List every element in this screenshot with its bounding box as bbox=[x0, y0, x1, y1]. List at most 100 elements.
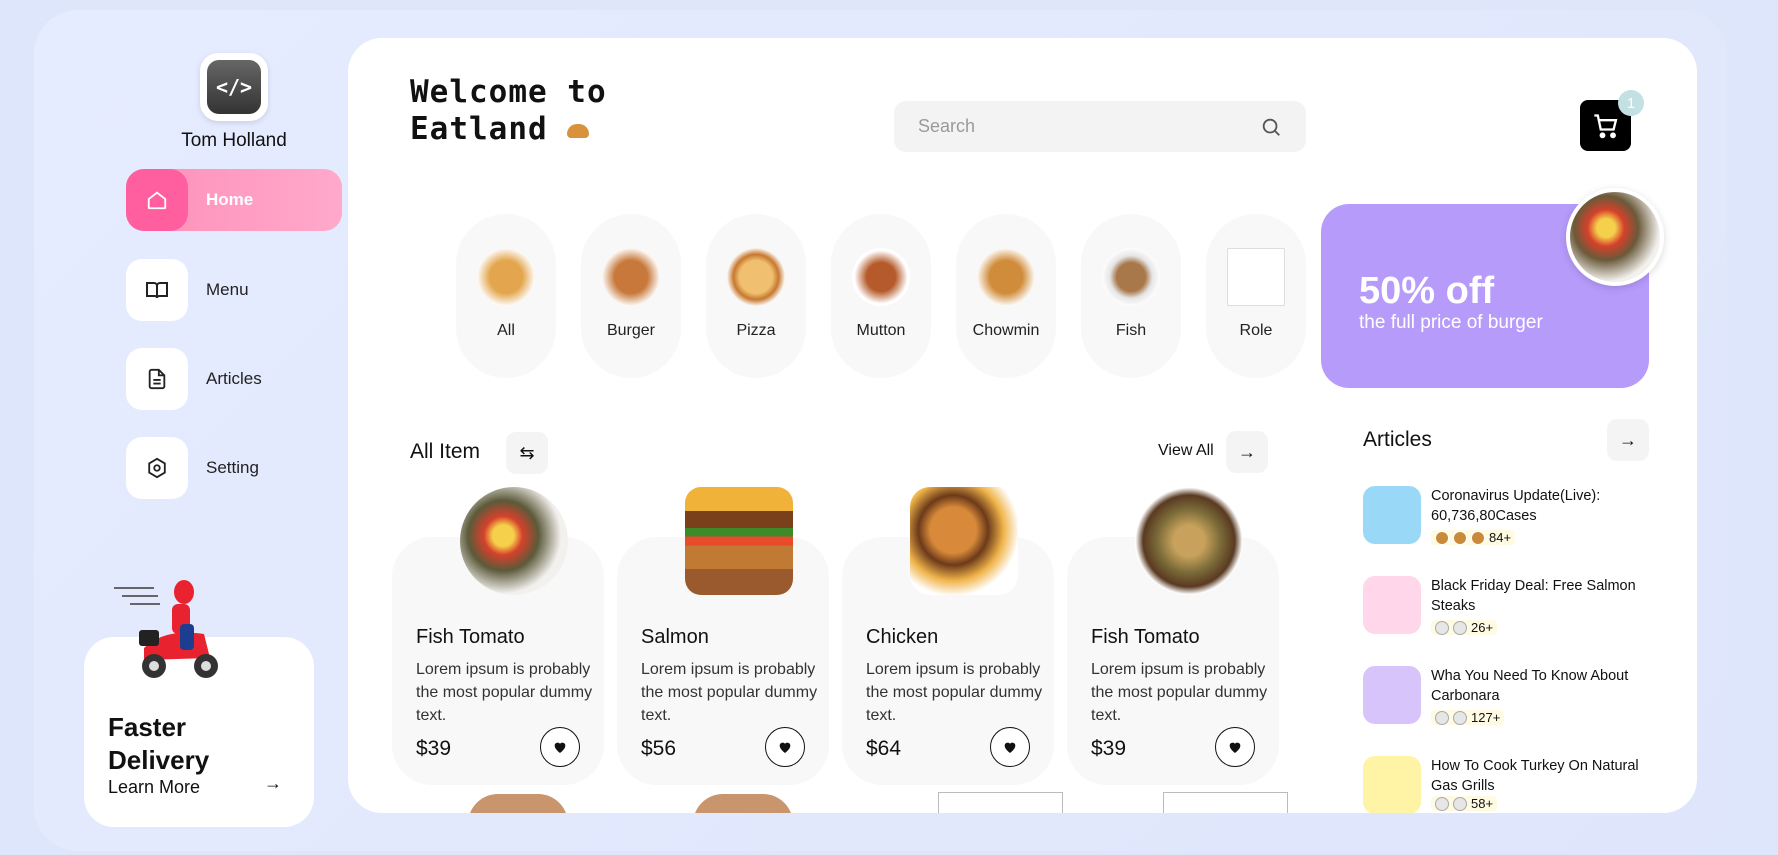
food-price: $39 bbox=[1091, 737, 1127, 760]
article-item[interactable]: How To Cook Turkey On Natural Gas Grills… bbox=[1363, 756, 1639, 813]
burger-emoji-icon bbox=[567, 123, 590, 138]
article-thumbnail bbox=[1363, 666, 1421, 724]
search-icon[interactable] bbox=[1260, 116, 1282, 138]
food-description: Lorem ipsum is probably the most popular… bbox=[1091, 661, 1268, 724]
food-image bbox=[602, 248, 660, 306]
heart-icon[interactable] bbox=[765, 727, 805, 767]
learn-more-link[interactable]: Learn More bbox=[108, 777, 200, 798]
sidebar-item-label: Articles bbox=[206, 369, 262, 388]
avatar[interactable]: </> bbox=[200, 53, 268, 121]
category-mutton[interactable]: Mutton bbox=[831, 214, 931, 378]
cart-icon bbox=[1593, 113, 1617, 138]
app-frame: </> Tom Holland Home Menu Articles Setti… bbox=[34, 10, 1727, 851]
category-label: Burger bbox=[606, 322, 656, 339]
food-price: $39 bbox=[416, 737, 452, 760]
heart-icon[interactable] bbox=[990, 727, 1030, 767]
sidebar-item-label: Home bbox=[206, 190, 254, 209]
category-role[interactable]: Role bbox=[1206, 214, 1306, 378]
reader-avatar bbox=[1435, 796, 1449, 811]
article-meta: 58+ bbox=[1431, 796, 1498, 811]
search-bar bbox=[894, 101, 1306, 152]
food-image bbox=[1102, 248, 1160, 306]
view-all-link[interactable]: View All bbox=[1158, 442, 1214, 460]
article-count: 84+ bbox=[1489, 530, 1512, 545]
food-name: Fish Tomato bbox=[416, 626, 525, 648]
document-icon bbox=[126, 348, 188, 410]
article-meta: 84+ bbox=[1431, 530, 1516, 545]
delivery-title-line2: Delivery bbox=[108, 745, 210, 775]
article-title: Black Friday Deal: Free Salmon Steaks bbox=[1431, 578, 1636, 614]
article-item[interactable]: Coronavirus Update(Live): 60,736,80Cases… bbox=[1363, 486, 1633, 550]
search-input[interactable] bbox=[918, 116, 1260, 137]
category-burger[interactable]: Burger bbox=[581, 214, 681, 378]
sidebar-item-articles[interactable]: Articles bbox=[126, 348, 262, 410]
food-card[interactable]: Salmon Lorem ipsum is probably the most … bbox=[617, 487, 829, 785]
delivery-title-line1: Faster bbox=[108, 712, 187, 742]
article-title: How To Cook Turkey On Natural Gas Grills bbox=[1431, 758, 1639, 794]
promo-subtext: the full price of burger bbox=[1359, 312, 1543, 333]
category-label: Chowmin bbox=[972, 322, 1040, 339]
food-description: Lorem ipsum is probably the most popular… bbox=[866, 661, 1043, 724]
broken-image-icon bbox=[1227, 248, 1285, 306]
delivery-title: Faster Delivery bbox=[108, 711, 209, 777]
swap-icon[interactable]: ⇆ bbox=[506, 432, 548, 474]
home-icon bbox=[126, 169, 188, 231]
article-thumbnail bbox=[1363, 756, 1421, 813]
heart-icon[interactable] bbox=[540, 727, 580, 767]
food-image bbox=[468, 794, 568, 813]
welcome-line2: Eatland bbox=[410, 111, 548, 147]
all-item-title: All Item bbox=[410, 440, 481, 463]
settings-icon bbox=[126, 437, 188, 499]
reader-avatar bbox=[1435, 530, 1449, 545]
sidebar: </> Tom Holland Home Menu Articles Setti… bbox=[34, 10, 350, 851]
category-label: Role bbox=[1239, 322, 1273, 339]
food-image bbox=[693, 794, 793, 813]
reader-avatar bbox=[1453, 710, 1467, 725]
food-card[interactable]: Fish Tomato Lorem ipsum is probably the … bbox=[1067, 487, 1279, 785]
reader-avatar bbox=[1435, 620, 1449, 635]
food-price: $64 bbox=[866, 737, 902, 760]
food-card[interactable]: Fish Tomato Lorem ipsum is probably the … bbox=[392, 487, 604, 785]
heart-icon[interactable] bbox=[1215, 727, 1255, 767]
article-meta: 26+ bbox=[1431, 620, 1498, 635]
food-image bbox=[685, 487, 793, 595]
arrow-right-icon[interactable]: → bbox=[1226, 431, 1268, 473]
reader-avatar bbox=[1435, 710, 1449, 725]
category-fish[interactable]: Fish bbox=[1081, 214, 1181, 378]
article-item[interactable]: Wha You Need To Know About Carbonara 127… bbox=[1363, 666, 1633, 730]
category-chowmin[interactable]: Chowmin bbox=[956, 214, 1056, 378]
food-image bbox=[910, 487, 1018, 595]
sidebar-item-setting[interactable]: Setting bbox=[126, 437, 259, 499]
food-name: Fish Tomato bbox=[1091, 626, 1200, 648]
food-image bbox=[727, 248, 785, 306]
food-name: Chicken bbox=[866, 626, 939, 648]
category-pizza[interactable]: Pizza bbox=[706, 214, 806, 378]
food-price: $56 bbox=[641, 737, 677, 760]
arrow-right-icon[interactable]: → bbox=[1607, 419, 1649, 461]
code-icon: </> bbox=[207, 60, 261, 114]
sidebar-item-home[interactable]: Home bbox=[126, 169, 342, 231]
food-card[interactable]: Chicken Lorem ipsum is probably the most… bbox=[842, 487, 1054, 785]
food-image bbox=[460, 487, 568, 595]
sidebar-item-label: Setting bbox=[206, 458, 259, 477]
article-item[interactable]: Black Friday Deal: Free Salmon Steaks 26… bbox=[1363, 576, 1636, 640]
food-name: Salmon bbox=[641, 626, 709, 648]
food-image bbox=[977, 248, 1035, 306]
category-label: Mutton bbox=[856, 322, 906, 339]
reader-avatar bbox=[1453, 530, 1467, 545]
main-content: Welcome to Eatland 1 All Burger Pizza Mu… bbox=[348, 38, 1697, 813]
category-label: Fish bbox=[1115, 322, 1147, 339]
food-description: Lorem ipsum is probably the most popular… bbox=[641, 661, 818, 724]
category-all[interactable]: All bbox=[456, 214, 556, 378]
user-name: Tom Holland bbox=[181, 130, 287, 151]
category-label: All bbox=[497, 322, 515, 339]
food-image bbox=[852, 248, 910, 306]
reader-avatar bbox=[1453, 620, 1467, 635]
article-count: 26+ bbox=[1471, 620, 1494, 635]
cart-count-badge: 1 bbox=[1618, 90, 1644, 116]
promo-food-image bbox=[1566, 188, 1664, 286]
sidebar-item-menu[interactable]: Menu bbox=[126, 259, 249, 321]
broken-image-icon bbox=[938, 792, 1063, 813]
food-image bbox=[1135, 487, 1243, 595]
arrow-right-icon[interactable]: → bbox=[264, 773, 282, 794]
